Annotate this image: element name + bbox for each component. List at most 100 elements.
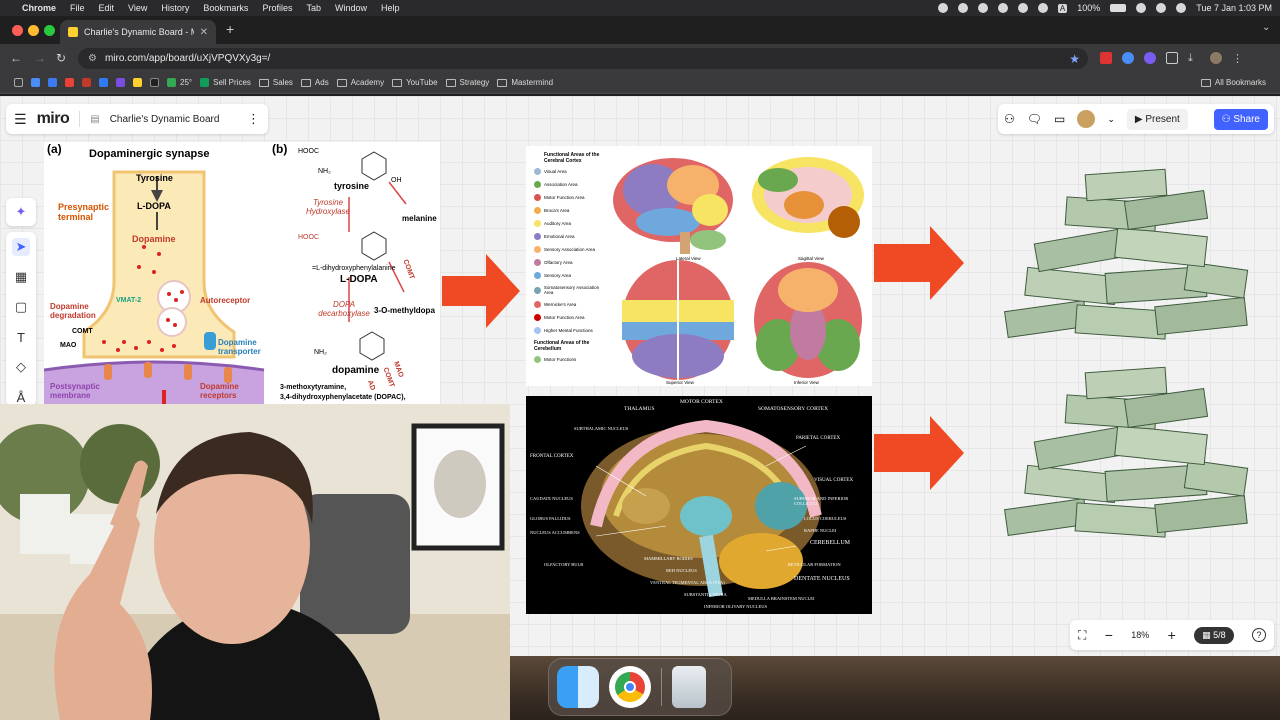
menu-profiles[interactable]: Profiles bbox=[262, 3, 292, 13]
bookmark-folder-youtube[interactable]: YouTube bbox=[392, 78, 438, 87]
menu-file[interactable]: File bbox=[70, 3, 85, 13]
frames-page-indicator[interactable]: ▦ 5/8 bbox=[1194, 626, 1234, 644]
window-minimize-button[interactable] bbox=[28, 25, 39, 36]
sync-status-icon[interactable] bbox=[957, 3, 968, 13]
bookmark-folder-mastermind[interactable]: Mastermind bbox=[497, 78, 553, 87]
chrome-app-icon[interactable] bbox=[609, 666, 651, 708]
zoom-level[interactable]: 18% bbox=[1131, 630, 1149, 640]
datetime[interactable]: Tue 7 Jan 1:03 PM bbox=[1196, 3, 1272, 13]
tab-search-chevron-icon[interactable]: ⌄ bbox=[1262, 22, 1270, 33]
dopamine-synapse-diagram[interactable]: (a) Dopaminergic synapse Tyrosine L-DOPA… bbox=[44, 142, 440, 404]
browser-tab-strip: Charlie's Dynamic Board - M ✕ + ⌄ bbox=[0, 16, 1280, 44]
extension-red-icon[interactable] bbox=[1100, 52, 1112, 64]
apps-grid-icon[interactable] bbox=[14, 78, 23, 87]
user-avatar[interactable] bbox=[1077, 110, 1096, 128]
legend-item: Association Area bbox=[534, 181, 608, 188]
share-button[interactable]: ⚇ Share bbox=[1213, 108, 1268, 130]
sticky-note-icon[interactable]: ▢ bbox=[12, 298, 30, 316]
wifi-status-icon[interactable] bbox=[1136, 3, 1147, 13]
extension-purple-icon[interactable] bbox=[1144, 52, 1156, 64]
bookmark-weather[interactable]: 25° bbox=[167, 78, 192, 87]
airdrop-status-icon[interactable] bbox=[1017, 3, 1028, 13]
window-zoom-button[interactable] bbox=[44, 25, 55, 36]
bookmark-gmail-icon[interactable] bbox=[65, 78, 74, 87]
tract-label-olivary: INFERIOR OLIVARY NUCLEUS bbox=[704, 604, 768, 609]
avatar-chevron-down-icon[interactable]: ⌄ bbox=[1107, 114, 1115, 125]
battery-percent[interactable]: 100% bbox=[1077, 3, 1100, 13]
bookmark-folder-strategy[interactable]: Strategy bbox=[445, 78, 489, 87]
templates-icon[interactable]: ▦ bbox=[12, 268, 30, 286]
finder-app-icon[interactable] bbox=[557, 666, 599, 708]
tract-label-locus: LOCUS COERULEUS bbox=[804, 516, 847, 521]
bookmark-calendar-icon[interactable] bbox=[48, 78, 57, 87]
keyboard-input-icon[interactable]: A bbox=[1057, 3, 1068, 13]
reload-icon[interactable]: ↻ bbox=[56, 51, 66, 65]
shapes-icon[interactable]: ◇ bbox=[12, 358, 30, 376]
zoom-in-button[interactable]: + bbox=[1168, 627, 1176, 643]
bookmark-analytics-icon[interactable] bbox=[82, 78, 91, 87]
bookmark-docs-icon[interactable] bbox=[99, 78, 108, 87]
comt-label: COMT bbox=[72, 328, 93, 335]
download-icon[interactable]: ⤓ bbox=[1188, 52, 1200, 64]
bookmark-sell-prices[interactable]: Sell Prices bbox=[200, 78, 251, 87]
legend-swatch-icon bbox=[534, 327, 541, 334]
zoom-out-button[interactable]: − bbox=[1105, 627, 1113, 643]
legend-swatch-icon bbox=[534, 301, 541, 308]
gear-status-icon[interactable] bbox=[937, 3, 948, 13]
video-call-icon[interactable]: ▭ bbox=[1054, 112, 1065, 126]
bookmark-miro-icon[interactable] bbox=[133, 78, 142, 87]
fit-to-screen-icon[interactable]: ⛶ bbox=[1078, 628, 1086, 643]
bookmark-stripe-icon[interactable] bbox=[116, 78, 125, 87]
bluetooth-status-icon[interactable] bbox=[1037, 3, 1048, 13]
help-icon[interactable]: ? bbox=[1251, 628, 1266, 642]
control-center-icon[interactable] bbox=[1176, 3, 1187, 13]
extensions-puzzle-icon[interactable] bbox=[1166, 52, 1178, 64]
trash-app-icon[interactable] bbox=[672, 666, 706, 708]
new-tab-button[interactable]: + bbox=[226, 21, 234, 37]
ai-sparkle-icon[interactable]: ✦ bbox=[6, 198, 36, 226]
bookmark-folder-ads[interactable]: Ads bbox=[300, 78, 329, 87]
brain-functional-areas-diagram[interactable]: Functional Areas of the Cerebral Cortex … bbox=[526, 146, 872, 386]
browser-tab-active[interactable]: Charlie's Dynamic Board - M ✕ bbox=[60, 20, 216, 44]
text-tool-icon[interactable]: T bbox=[12, 328, 30, 346]
bookmark-folder-academy[interactable]: Academy bbox=[336, 78, 384, 87]
menu-chrome[interactable]: Chrome bbox=[22, 3, 56, 13]
address-bar[interactable]: ⚙ miro.com/app/board/uXjVPQVXy3g=/ ★ bbox=[78, 48, 1088, 69]
url-text: miro.com/app/board/uXjVPQVXy3g=/ bbox=[104, 53, 271, 64]
present-button[interactable]: ▶ Present bbox=[1126, 108, 1188, 130]
menu-help[interactable]: Help bbox=[381, 3, 400, 13]
window-close-button[interactable] bbox=[12, 25, 23, 36]
miro-logo[interactable]: miro bbox=[37, 110, 70, 128]
menu-history[interactable]: History bbox=[161, 3, 189, 13]
board-more-icon[interactable]: ⋮ bbox=[247, 111, 260, 127]
legend-item: Emotional Area bbox=[534, 233, 608, 240]
chrome-menu-icon[interactable]: ⋮ bbox=[1232, 52, 1243, 65]
forward-arrow-icon[interactable]: → bbox=[34, 51, 46, 65]
menu-view[interactable]: View bbox=[128, 3, 147, 13]
moon-status-icon[interactable] bbox=[997, 3, 1008, 13]
board-name[interactable]: Charlie's Dynamic Board bbox=[110, 114, 220, 125]
comments-icon[interactable]: 🗨 bbox=[1027, 112, 1042, 126]
bookmark-folder-sales[interactable]: Sales bbox=[258, 78, 293, 87]
extension-blue-icon[interactable] bbox=[1122, 52, 1134, 64]
brain-dopamine-pathways-diagram[interactable]: MOTOR CORTEX SOMATOSENSORY CORTEX THALAM… bbox=[526, 396, 872, 614]
hamburger-menu-icon[interactable]: ☰ bbox=[14, 111, 27, 128]
menu-bookmarks[interactable]: Bookmarks bbox=[203, 3, 248, 13]
all-bookmarks[interactable]: All Bookmarks bbox=[1200, 78, 1266, 87]
select-cursor-icon[interactable]: ➤ bbox=[12, 238, 30, 256]
bookmark-star-icon[interactable]: ★ bbox=[1069, 52, 1080, 66]
clock-status-icon[interactable] bbox=[977, 3, 988, 13]
site-info-icon[interactable]: ⚙ bbox=[88, 53, 97, 64]
tab-close-icon[interactable]: ✕ bbox=[200, 27, 208, 38]
reactions-icon[interactable]: ⚇ bbox=[1004, 112, 1015, 126]
profile-avatar[interactable] bbox=[1210, 52, 1222, 64]
menu-edit[interactable]: Edit bbox=[99, 3, 115, 13]
bookmark-notion-icon[interactable] bbox=[150, 78, 159, 87]
menu-window[interactable]: Window bbox=[335, 3, 367, 13]
bookmark-drive-icon[interactable] bbox=[31, 78, 40, 87]
menu-tab[interactable]: Tab bbox=[306, 3, 321, 13]
legend-swatch-icon bbox=[534, 233, 541, 240]
folder-icon bbox=[1200, 78, 1211, 87]
search-status-icon[interactable] bbox=[1156, 3, 1167, 13]
back-arrow-icon[interactable]: ← bbox=[10, 51, 22, 65]
